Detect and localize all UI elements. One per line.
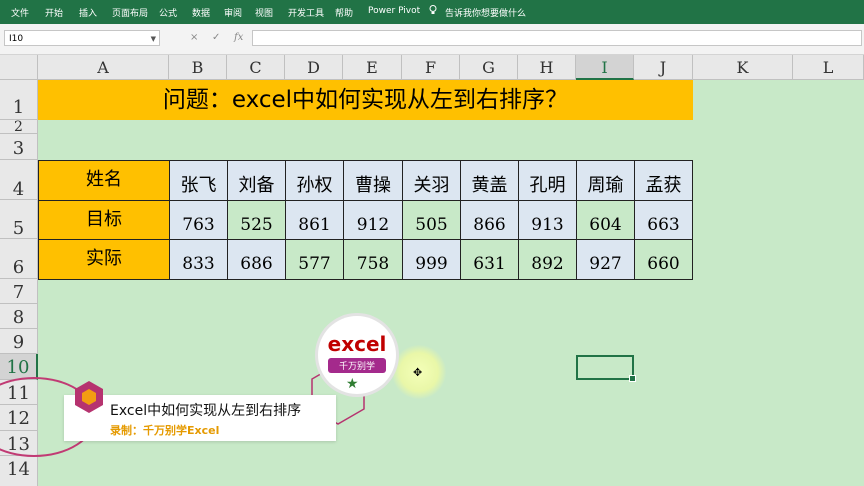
column-header-a[interactable]: A (38, 55, 169, 80)
name-cell[interactable]: 孟获 (634, 160, 693, 201)
tab-data[interactable]: 数据 (192, 6, 210, 19)
column-header-h[interactable]: H (518, 55, 576, 80)
actual-value-cell[interactable]: 999 (402, 239, 461, 280)
row-header-14[interactable]: 14 (0, 456, 38, 486)
formula-input[interactable] (252, 30, 862, 46)
name-cell[interactable]: 张飞 (169, 160, 228, 201)
column-header-j[interactable]: J (634, 55, 693, 80)
actual-value-cell[interactable]: 660 (634, 239, 693, 280)
crosshair-cursor-icon: ✥ (413, 366, 423, 379)
chevron-down-icon[interactable]: ▼ (151, 31, 156, 47)
caption-subtitle: 录制：千万别学Excel (110, 424, 220, 437)
tab-home[interactable]: 开始 (45, 6, 63, 19)
target-value-cell[interactable]: 505 (402, 200, 461, 240)
target-value-cell[interactable]: 861 (285, 200, 344, 240)
column-header-b[interactable]: B (169, 55, 227, 80)
name-cell[interactable]: 孙权 (285, 160, 344, 201)
actual-value-cell[interactable]: 758 (343, 239, 403, 280)
tab-power-pivot[interactable]: Power Pivot (368, 6, 420, 16)
tell-me-search[interactable]: 告诉我你想要做什么 (445, 6, 526, 19)
lightbulb-icon (429, 5, 437, 14)
row-header-1[interactable]: 1 (0, 80, 38, 120)
tab-review[interactable]: 审阅 (224, 6, 242, 19)
actual-value-cell[interactable]: 927 (576, 239, 635, 280)
tab-file[interactable]: 文件 (11, 6, 29, 19)
row-header-7[interactable]: 7 (0, 279, 38, 304)
tab-developer[interactable]: 开发工具 (288, 6, 324, 19)
cancel-icon[interactable]: × (190, 32, 198, 43)
row-header-2[interactable]: 2 (0, 120, 38, 134)
target-value-cell[interactable]: 912 (343, 200, 403, 240)
column-header-e[interactable]: E (343, 55, 402, 80)
tab-view[interactable]: 视图 (255, 6, 273, 19)
row-header-4[interactable]: 4 (0, 160, 38, 200)
actual-value-cell[interactable]: 577 (285, 239, 344, 280)
fill-handle[interactable] (629, 375, 636, 382)
name-cell[interactable]: 周瑜 (576, 160, 635, 201)
sheet-title-cell[interactable]: 问题：excel中如何实现从左到右排序？ (38, 80, 693, 120)
formula-bar: I10 ▼ × ✓ fx (0, 24, 864, 55)
label-target-cell[interactable]: 目标 (38, 200, 170, 240)
name-box[interactable]: I10 ▼ (4, 30, 160, 46)
target-value-cell[interactable]: 525 (227, 200, 286, 240)
actual-value-cell[interactable]: 686 (227, 239, 286, 280)
label-name-cell[interactable]: 姓名 (38, 160, 170, 201)
column-header-k[interactable]: K (693, 55, 793, 80)
name-cell[interactable]: 曹操 (343, 160, 403, 201)
function-icon[interactable]: fx (234, 32, 243, 43)
tab-insert[interactable]: 插入 (79, 6, 97, 19)
column-header-g[interactable]: G (460, 55, 518, 80)
name-cell[interactable]: 刘备 (227, 160, 286, 201)
enter-icon[interactable]: ✓ (212, 32, 220, 43)
name-cell[interactable]: 孔明 (518, 160, 577, 201)
column-header-i[interactable]: I (576, 55, 634, 80)
name-cell[interactable]: 黄盖 (460, 160, 519, 201)
logo-text-excel: excel (327, 332, 387, 356)
hexagon-badge-icon (75, 381, 103, 413)
column-header-d[interactable]: D (285, 55, 343, 80)
caption-title: Excel中如何实现从左到右排序 (110, 403, 302, 419)
row-header-3[interactable]: 3 (0, 134, 38, 160)
actual-value-cell[interactable]: 833 (169, 239, 228, 280)
column-header-l[interactable]: L (793, 55, 864, 80)
row-header-5[interactable]: 5 (0, 200, 38, 239)
column-header-c[interactable]: C (227, 55, 285, 80)
actual-value-cell[interactable]: 631 (460, 239, 519, 280)
star-icon: ★ (346, 376, 359, 392)
target-value-cell[interactable]: 663 (634, 200, 693, 240)
target-value-cell[interactable]: 866 (460, 200, 519, 240)
target-value-cell[interactable]: 913 (518, 200, 577, 240)
actual-value-cell[interactable]: 892 (518, 239, 577, 280)
row-header-9[interactable]: 9 (0, 329, 38, 354)
select-all-corner[interactable] (0, 55, 38, 80)
target-value-cell[interactable]: 604 (576, 200, 635, 240)
tab-formulas[interactable]: 公式 (159, 6, 177, 19)
selected-cell-i10[interactable] (576, 355, 636, 382)
logo-text-qianwanbiexue: 千万别学 (328, 358, 386, 373)
row-header-6[interactable]: 6 (0, 239, 38, 279)
column-header-f[interactable]: F (402, 55, 460, 80)
target-value-cell[interactable]: 763 (169, 200, 228, 240)
name-cell[interactable]: 关羽 (402, 160, 461, 201)
ribbon-tabs: 文件 开始 插入 页面布局 公式 数据 审阅 视图 开发工具 帮助 Power … (0, 0, 864, 24)
tab-help[interactable]: 帮助 (335, 6, 353, 19)
row-header-8[interactable]: 8 (0, 304, 38, 329)
label-actual-cell[interactable]: 实际 (38, 239, 170, 280)
name-box-value: I10 (9, 34, 24, 44)
tab-page-layout[interactable]: 页面布局 (112, 6, 148, 19)
